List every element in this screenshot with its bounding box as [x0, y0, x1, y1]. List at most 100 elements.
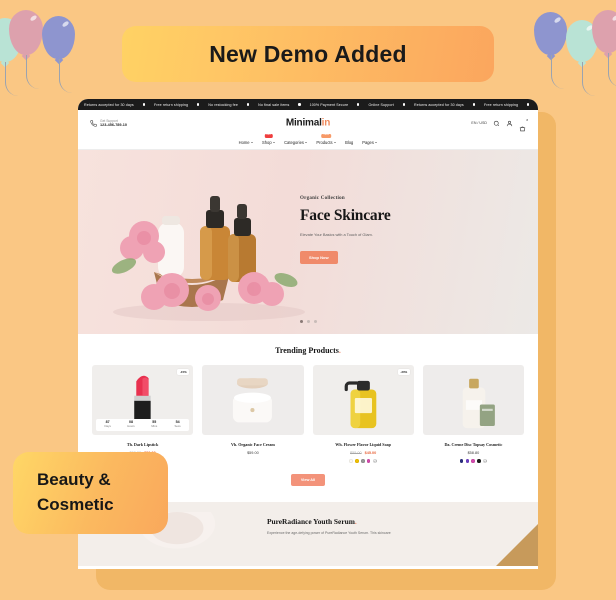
- support-phone[interactable]: 123-456-789-10: [100, 123, 127, 128]
- nav-item-categories[interactable]: Categories: [284, 140, 308, 145]
- countdown-label: Secs: [174, 424, 181, 429]
- color-swatch[interactable]: [355, 459, 359, 463]
- color-swatch[interactable]: [471, 459, 475, 463]
- balloon-blue: [42, 16, 75, 93]
- product-price: $55.00 $45.00: [350, 451, 376, 455]
- nav-item-blog[interactable]: Blog: [345, 140, 353, 145]
- product-name[interactable]: Da. Creme Disc Topsay Cosmetic: [444, 442, 502, 447]
- nav-item-label: Home: [238, 140, 250, 145]
- hero-copy: Organic Collection Face Skincare Elevate…: [300, 196, 480, 265]
- nav-badge-hot: Hot: [264, 133, 273, 138]
- category-badge-line2: Cosmetic: [37, 495, 114, 514]
- more-swatches[interactable]: +2: [482, 458, 487, 463]
- brand-logo[interactable]: Minimalin: [78, 118, 538, 129]
- ticker-item: Returns accepted for 30 days: [414, 102, 464, 107]
- nav-item-label: Shop: [262, 140, 272, 145]
- feature-title: PureRadiance Youth Serum.: [267, 517, 524, 526]
- brand-logo-accent: in: [321, 117, 331, 129]
- countdown-label: Days: [104, 424, 111, 429]
- view-all-button[interactable]: View All: [290, 474, 326, 486]
- product-price-current: $58.80: [467, 450, 480, 455]
- account-icon[interactable]: [506, 120, 513, 127]
- product-price-old: $55.00: [350, 450, 362, 455]
- product-thumbnail[interactable]: [202, 365, 304, 435]
- product-name[interactable]: Th. Dark Lipstick: [127, 442, 159, 447]
- feature-title-text: PureRadiance Youth Serum: [267, 517, 355, 526]
- product-price-current: $59.00: [247, 450, 259, 455]
- ticker-item: No restocking fee: [208, 102, 238, 107]
- balloon-string: [608, 53, 616, 87]
- countdown-cell: 55 Mins: [143, 420, 166, 428]
- hero-dot-2[interactable]: [307, 320, 310, 323]
- feature-title-dot: .: [354, 517, 357, 526]
- hero-dot-1[interactable]: [300, 320, 303, 323]
- nav-item-label: Blog: [345, 140, 354, 145]
- header-actions: EN / USD 0: [471, 118, 528, 131]
- product-thumbnail[interactable]: -30%: [312, 365, 414, 435]
- product-name[interactable]: Vh. Organic Face Cream: [231, 442, 275, 447]
- hero-shop-now-button[interactable]: Shop Now: [300, 251, 338, 265]
- product-card[interactable]: Da. Creme Disc Topsay Cosmetic $58.80 +2: [422, 365, 524, 463]
- hero-title: Face Skincare: [300, 207, 391, 224]
- discount-badge: -30%: [397, 369, 410, 376]
- search-icon[interactable]: [493, 120, 500, 127]
- more-swatches[interactable]: +3: [372, 458, 377, 463]
- product-card[interactable]: -30% Wh. Flower Flavor Liquid Soap $55.00 $…: [312, 365, 414, 463]
- nav-badge-new: New: [321, 133, 332, 138]
- hero-product-image: [111, 196, 305, 321]
- main-navigation: Home Shop Hot Categories Products New Blog Page…: [78, 133, 538, 150]
- trending-products-title: Trending Products.: [92, 346, 524, 355]
- site-header: Get Support 123-456-789-10 Minimalin EN …: [78, 110, 538, 136]
- ticker-dot: [298, 103, 301, 106]
- chevron-down-icon: [273, 142, 276, 143]
- color-swatch[interactable]: [349, 459, 354, 463]
- balloon-string: [26, 55, 48, 89]
- ticker-dot: [197, 103, 200, 106]
- product-price-current: $45.00: [364, 450, 377, 455]
- balloon-string: [582, 62, 604, 96]
- support-block: Get Support 123-456-789-10: [90, 119, 127, 128]
- ticker-dot: [472, 103, 475, 106]
- category-badge-line1: Beauty &: [37, 470, 111, 490]
- nav-item-label: Products: [316, 140, 333, 145]
- ticker-item: No final sale items: [258, 102, 290, 107]
- balloon-string: [5, 62, 27, 96]
- color-swatches[interactable]: +2: [459, 458, 487, 463]
- countdown-cell: 54 Secs: [166, 420, 189, 429]
- currency-selector[interactable]: EN / USD: [471, 121, 487, 125]
- nav-item-products[interactable]: Products New: [316, 133, 337, 145]
- balloon-blue-right: [534, 12, 567, 89]
- product-name[interactable]: Wh. Flower Flavor Liquid Soap: [335, 442, 391, 447]
- nav-item-home[interactable]: Home: [238, 140, 254, 145]
- hero-eyebrow: Organic Collection: [300, 196, 345, 201]
- countdown-label: Hours: [127, 424, 135, 429]
- countdown-cell: 08 Hours: [119, 420, 142, 429]
- color-swatch[interactable]: [366, 459, 371, 463]
- product-thumbnail[interactable]: -15% 87 Days 08 Hours 55 Mins 54 Secs: [92, 365, 194, 435]
- announcement-ticker: Returns accepted for 30 days Free return …: [78, 99, 538, 110]
- chevron-down-icon: [305, 142, 308, 143]
- title-dot: .: [338, 346, 341, 355]
- color-swatch[interactable]: [465, 459, 470, 463]
- color-swatch[interactable]: [361, 459, 365, 463]
- product-card[interactable]: Vh. Organic Face Cream $59.00: [202, 365, 304, 463]
- ticker-item: Returns accepted for 30 days: [84, 102, 134, 107]
- chevron-down-icon: [334, 142, 337, 143]
- chevron-down-icon: [251, 142, 254, 143]
- color-swatch[interactable]: [459, 459, 464, 463]
- product-thumbnail[interactable]: [422, 365, 524, 435]
- cart-icon[interactable]: 0: [519, 118, 528, 131]
- color-swatch[interactable]: [477, 459, 481, 463]
- hero-dot-3[interactable]: [314, 320, 317, 323]
- hero-slider-dots[interactable]: [300, 320, 317, 323]
- ticker-dot: [246, 103, 250, 106]
- page-corner-fold: [496, 524, 538, 566]
- nav-item-pages[interactable]: Pages: [362, 140, 378, 145]
- countdown-timer: 87 Days 08 Hours 55 Mins 54 Secs: [96, 418, 190, 431]
- new-demo-banner-label: New Demo Added: [209, 40, 407, 67]
- nav-item-label: Pages: [362, 140, 374, 145]
- product-card[interactable]: -15% 87 Days 08 Hours 55 Mins 54 Secs Th. Dark Li…: [92, 365, 194, 463]
- color-swatches[interactable]: +3: [349, 458, 377, 463]
- feature-description: Experience the age-defying power of Pure…: [267, 531, 391, 535]
- nav-item-shop[interactable]: Shop Hot: [262, 133, 276, 145]
